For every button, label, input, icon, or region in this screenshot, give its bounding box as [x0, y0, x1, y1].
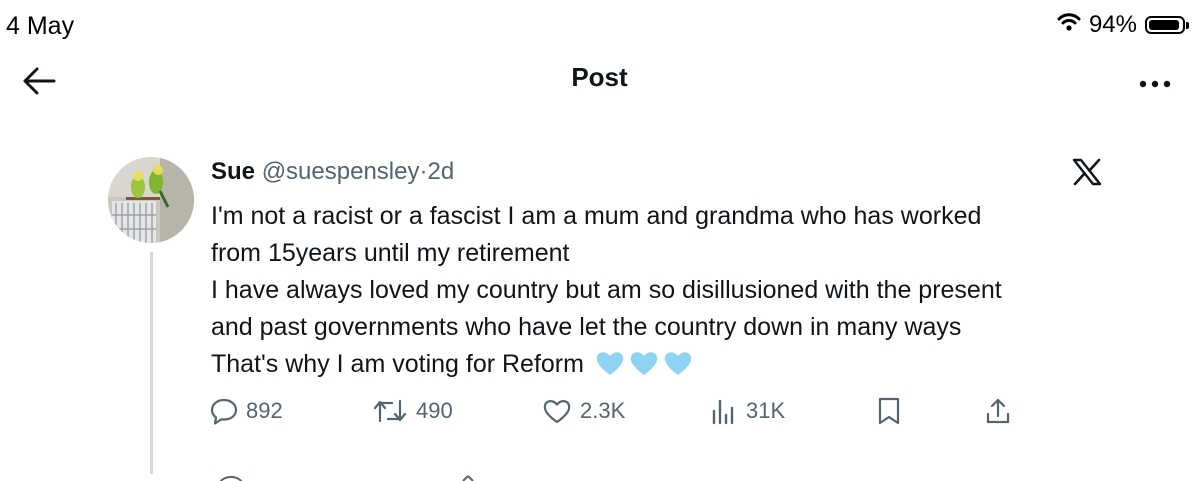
thread-connector-line	[150, 252, 153, 474]
tweet-text-line: I have always loved my country but am so…	[211, 276, 1002, 304]
reply-count: 892	[246, 398, 283, 423]
battery-percent: 94%	[1088, 11, 1137, 38]
repost-icon	[373, 399, 407, 423]
tweet-text-line-last: That's why I am voting for Reform	[211, 346, 1171, 383]
more-options-button[interactable]	[1139, 76, 1171, 88]
heart-outline-icon	[543, 400, 571, 424]
tweet-text-line: from 15years until my retirement	[211, 239, 570, 267]
views-count: 31K	[746, 398, 786, 423]
repost-count: 490	[416, 398, 453, 423]
light-blue-heart-icon	[664, 352, 692, 375]
light-blue-heart-icon	[630, 352, 658, 375]
page-title: Post	[571, 62, 628, 92]
next-post-reply-icon	[216, 474, 246, 481]
post-time[interactable]: 2d	[427, 158, 454, 185]
analytics-icon	[712, 399, 734, 425]
like-count: 2.3K	[580, 398, 626, 423]
next-post-repost-icon	[458, 474, 478, 481]
light-blue-heart-icon	[596, 352, 624, 375]
bookmark-button[interactable]	[876, 397, 902, 425]
like-button[interactable]: 2.3K	[542, 397, 625, 425]
more-icon	[1139, 80, 1171, 88]
author-name[interactable]: Sue	[211, 158, 255, 185]
tweet-text-line: That's why I am voting for Reform	[211, 350, 584, 378]
tweet-text-line: and past governments who have let the co…	[211, 313, 962, 341]
bookmark-icon	[878, 397, 900, 425]
repost-button[interactable]: 490	[372, 397, 453, 425]
reply-button[interactable]: 892	[210, 397, 283, 425]
status-date: 4 May	[6, 12, 75, 40]
views-button[interactable]: 31K	[710, 397, 785, 425]
avatar[interactable]	[108, 157, 194, 243]
post-screen: 4 May 94% Post Sue @suespensley·2d I'm n…	[0, 0, 1199, 481]
share-button[interactable]	[985, 397, 1011, 425]
x-logo-icon	[1072, 158, 1102, 186]
tweet-text: I'm not a racist or a fascist I am a mum…	[211, 198, 1171, 383]
tweet-text-line: I'm not a racist or a fascist I am a mum…	[211, 202, 982, 230]
share-icon	[986, 398, 1010, 424]
reply-icon	[210, 398, 238, 425]
battery-icon	[1145, 16, 1189, 34]
author-handle[interactable]: @suespensley	[262, 158, 420, 185]
status-indicators: 94%	[1057, 11, 1189, 39]
tweet-author-line: Sue @suespensley·2d	[211, 158, 454, 186]
wifi-icon	[1057, 11, 1081, 39]
